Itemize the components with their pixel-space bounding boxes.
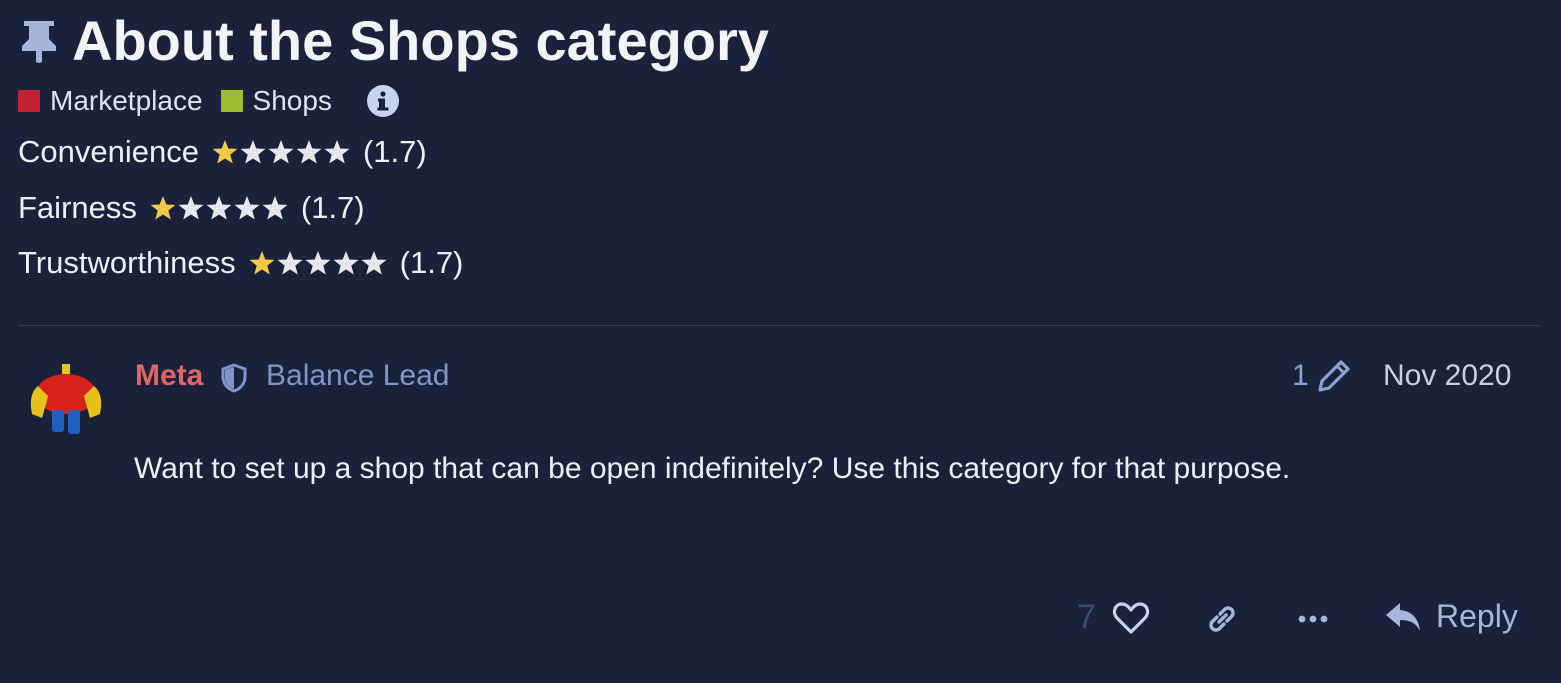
star-filled-icon [212, 140, 238, 164]
topic-header: About the Shops category [18, 8, 769, 73]
star-empty-icon [277, 251, 303, 275]
shield-icon [221, 363, 247, 393]
category-shops[interactable]: Shops [220, 85, 332, 117]
avatar[interactable] [16, 362, 114, 442]
category-color-swatch [220, 90, 243, 112]
reply-icon [1386, 602, 1420, 631]
post-username[interactable]: Meta [135, 359, 203, 393]
star-empty-icon [333, 251, 359, 275]
pencil-icon [1318, 360, 1350, 392]
pin-icon [22, 20, 56, 63]
star-empty-icon [305, 251, 331, 275]
star-empty-icon [296, 140, 322, 164]
post-divider [18, 325, 1539, 326]
star-rating [211, 138, 351, 166]
link-icon[interactable] [1204, 602, 1240, 636]
category-label: Marketplace [50, 85, 203, 116]
info-icon[interactable] [366, 84, 400, 118]
rating-label: Fairness [18, 190, 137, 225]
heart-icon[interactable] [1112, 600, 1150, 636]
reply-label: Reply [1436, 598, 1518, 634]
rating-label: Trustworthiness [18, 245, 236, 280]
edit-history-button[interactable]: 1 [1292, 359, 1351, 393]
star-empty-icon [268, 140, 294, 164]
star-empty-icon [178, 196, 204, 220]
topic-title: About the Shops category [72, 9, 769, 72]
star-rating [149, 194, 289, 222]
star-empty-icon [206, 196, 232, 220]
category-breadcrumb: Marketplace Shops [18, 84, 400, 118]
rating-label: Convenience [18, 134, 199, 169]
star-rating [248, 249, 388, 277]
edit-count: 1 [1292, 359, 1309, 392]
star-empty-icon [324, 140, 350, 164]
star-empty-icon [240, 140, 266, 164]
star-empty-icon [234, 196, 260, 220]
star-filled-icon [249, 251, 275, 275]
star-empty-icon [361, 251, 387, 275]
star-empty-icon [262, 196, 288, 220]
rating-fairness: Fairness (1.7) [18, 190, 365, 226]
like-count[interactable]: 7 [1077, 598, 1096, 637]
reply-button[interactable]: Reply [1384, 598, 1518, 635]
category-label: Shops [252, 85, 332, 116]
rating-trustworthiness: Trustworthiness (1.7) [18, 245, 463, 281]
post-body: Want to set up a shop that can be open i… [134, 452, 1291, 485]
user-title: Balance Lead [266, 359, 450, 392]
rating-value: (1.7) [399, 245, 464, 280]
star-filled-icon [150, 196, 176, 220]
rating-value: (1.7) [362, 134, 427, 169]
category-marketplace[interactable]: Marketplace [18, 85, 203, 117]
post-date[interactable]: Nov 2020 [1383, 359, 1511, 393]
rating-value: (1.7) [300, 190, 365, 225]
more-icon[interactable] [1296, 609, 1330, 629]
category-color-swatch [18, 90, 40, 112]
rating-convenience: Convenience (1.7) [18, 134, 427, 170]
